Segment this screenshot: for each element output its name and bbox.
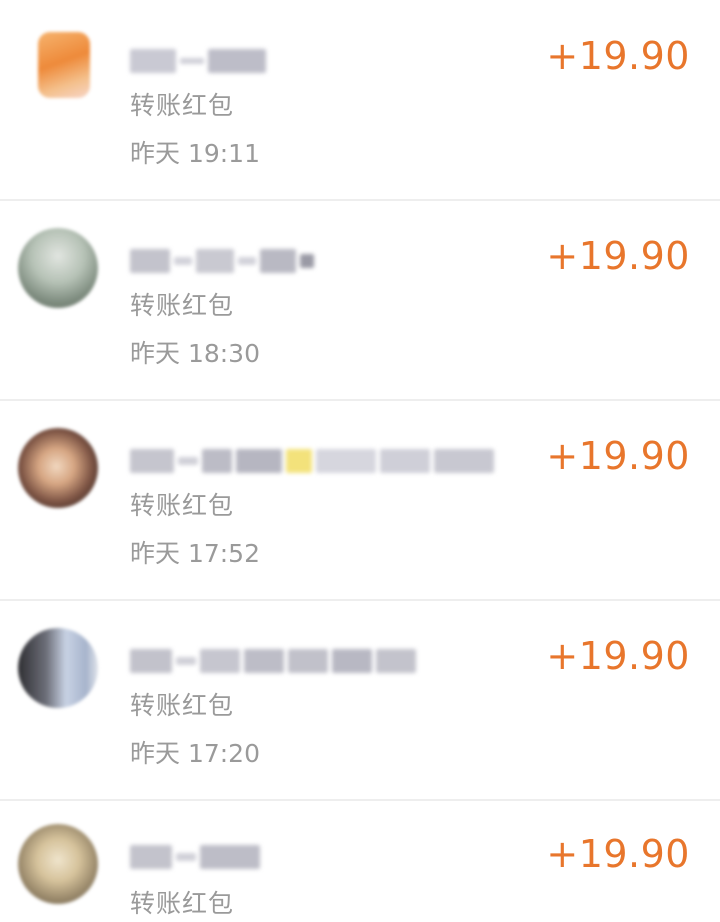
transaction-type-label: 转账红包 [130, 889, 235, 918]
transaction-type-label: 转账红包 [130, 691, 235, 720]
transaction-amount: +19.90 [546, 634, 690, 678]
transaction-time: 昨天 18:30 [130, 339, 260, 368]
transaction-time: 昨天 17:52 [130, 539, 260, 568]
sender-name-redacted [130, 644, 416, 678]
sender-name-redacted [130, 44, 266, 78]
avatar [18, 824, 98, 904]
transaction-amount: +19.90 [546, 434, 690, 478]
avatar [18, 428, 98, 508]
transaction-list: 转账红包 昨天 19:11 +19.90 转账红包 昨天 18:30 +19.9… [0, 0, 720, 922]
avatar [38, 32, 90, 98]
transaction-row[interactable]: 转账红包 昨天 19:11 +19.90 [0, 0, 720, 198]
transaction-row[interactable]: 转账红包 昨天 17:20 +19.90 [0, 599, 720, 798]
transaction-type-label: 转账红包 [130, 491, 235, 520]
transaction-row[interactable]: 转账红包 昨天 18:30 +19.90 [0, 199, 720, 398]
avatar [18, 228, 98, 308]
sender-name-redacted [130, 444, 494, 478]
transaction-row[interactable]: 转账红包 昨天 17:52 +19.90 [0, 399, 720, 598]
transaction-type-label: 转账红包 [130, 91, 235, 120]
transaction-amount: +19.90 [546, 34, 690, 78]
transaction-row[interactable]: 转账红包 +19.90 [0, 799, 720, 922]
transaction-amount: +19.90 [546, 234, 690, 278]
transaction-time: 昨天 17:20 [130, 739, 260, 768]
sender-name-redacted [130, 244, 314, 278]
transaction-time: 昨天 19:11 [130, 139, 260, 168]
sender-name-redacted [130, 840, 260, 874]
avatar [18, 628, 98, 708]
transaction-type-label: 转账红包 [130, 291, 235, 320]
transaction-amount: +19.90 [546, 832, 690, 876]
